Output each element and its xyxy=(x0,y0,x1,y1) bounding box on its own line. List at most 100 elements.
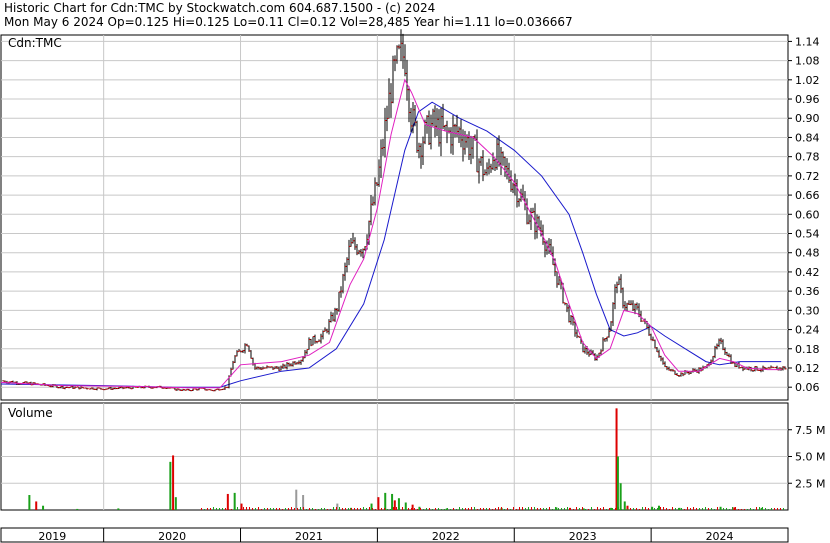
volume-bar xyxy=(354,508,355,510)
volume-bar xyxy=(645,507,646,510)
volume-bar xyxy=(279,508,280,510)
volume-bar xyxy=(783,508,784,510)
volume-bar xyxy=(474,507,475,510)
volume-bar xyxy=(651,508,652,510)
volume-bar xyxy=(318,509,319,510)
volume-bar xyxy=(591,507,592,510)
volume-bar xyxy=(729,509,730,510)
volume-bar xyxy=(270,508,271,510)
volume-bar xyxy=(42,505,45,510)
volume-bar xyxy=(630,508,631,510)
volume-bar xyxy=(237,507,238,510)
volume-bar xyxy=(234,508,235,510)
volume-bar xyxy=(672,507,673,510)
volume-bar xyxy=(216,508,217,510)
volume-bar xyxy=(342,508,343,510)
volume-bar xyxy=(616,456,619,510)
volume-bar xyxy=(174,497,177,510)
volume-bar xyxy=(294,508,295,510)
volume-bar xyxy=(537,508,538,510)
price-tick-label: 0.24 xyxy=(795,324,820,337)
volume-bar xyxy=(231,509,232,510)
volume-bar xyxy=(480,508,481,510)
price-panel-label: Cdn:TMC xyxy=(8,36,62,50)
volume-bar xyxy=(267,508,268,510)
volume-bar xyxy=(610,507,613,510)
volume-bar xyxy=(657,508,658,510)
volume-bar xyxy=(447,508,448,510)
volume-bar xyxy=(714,509,715,510)
volume-tick-label: 5.0 M xyxy=(795,451,825,464)
volume-bar xyxy=(306,509,307,510)
volume-bar xyxy=(456,509,457,510)
volume-bar xyxy=(615,508,616,510)
year-label: 2022 xyxy=(432,530,460,543)
volume-bar xyxy=(477,509,478,510)
volume-bar xyxy=(696,508,697,510)
volume-bar xyxy=(600,508,601,510)
year-label: 2019 xyxy=(38,530,66,543)
volume-bar xyxy=(360,508,361,510)
volume-bar xyxy=(555,507,556,510)
volume-bar xyxy=(525,508,526,510)
volume-bar xyxy=(240,509,241,510)
volume-bar xyxy=(564,508,565,510)
volume-bar xyxy=(441,509,442,510)
price-tick-label: 0.48 xyxy=(795,247,820,260)
volume-bar xyxy=(741,509,742,510)
volume-bar xyxy=(387,509,388,510)
volume-bar xyxy=(663,507,664,510)
volume-bar xyxy=(435,508,436,510)
volume-bar xyxy=(420,508,421,510)
volume-bar xyxy=(612,508,613,510)
volume-bar xyxy=(594,509,595,510)
volume-bar xyxy=(226,493,229,510)
volume-bar xyxy=(414,508,415,510)
volume-bar xyxy=(312,508,313,510)
year-label: 2021 xyxy=(295,530,323,543)
volume-bar xyxy=(567,507,568,510)
stock-chart: Historic Chart for Cdn:TMC by Stockwatch… xyxy=(0,1,825,543)
volume-bar xyxy=(303,507,304,510)
volume-bar xyxy=(579,508,580,510)
volume-bar xyxy=(384,508,385,510)
volume-bar xyxy=(642,507,643,510)
volume-bar xyxy=(621,509,622,510)
volume-bar xyxy=(633,508,634,510)
volume-bar xyxy=(345,508,346,510)
volume-bar xyxy=(660,507,661,510)
volume-bar xyxy=(609,508,610,510)
price-tick-label: 0.42 xyxy=(795,266,820,279)
volume-bar xyxy=(471,507,472,510)
volume-bar xyxy=(285,508,286,510)
volume-bar xyxy=(402,507,403,510)
volume-bar xyxy=(207,508,208,510)
volume-bar xyxy=(690,508,691,510)
volume-bar xyxy=(702,508,703,510)
volume-bar xyxy=(489,508,490,510)
volume-bar xyxy=(219,508,220,510)
volume-bar xyxy=(684,509,685,510)
volume-bar xyxy=(351,508,352,510)
year-axis xyxy=(0,527,789,543)
volume-bar xyxy=(258,507,259,510)
volume-bar xyxy=(465,508,466,510)
volume-bar xyxy=(423,509,424,510)
volume-bar xyxy=(546,508,547,510)
volume-bar xyxy=(486,508,487,510)
volume-bar xyxy=(276,508,277,510)
volume-bar xyxy=(172,455,175,510)
volume-bar xyxy=(771,508,772,510)
volume-bar xyxy=(366,508,367,510)
volume-bar xyxy=(744,509,745,510)
volume-bar xyxy=(309,508,310,510)
volume-bar xyxy=(756,507,757,510)
price-tick-label: 1.14 xyxy=(795,35,820,48)
volume-bar xyxy=(619,483,622,510)
volume-bar xyxy=(516,509,517,510)
volume-bar xyxy=(417,509,418,510)
price-tick-label: 0.60 xyxy=(795,208,820,221)
volume-bar xyxy=(468,508,469,510)
volume-bar xyxy=(295,489,298,510)
volume-bar xyxy=(321,508,322,510)
